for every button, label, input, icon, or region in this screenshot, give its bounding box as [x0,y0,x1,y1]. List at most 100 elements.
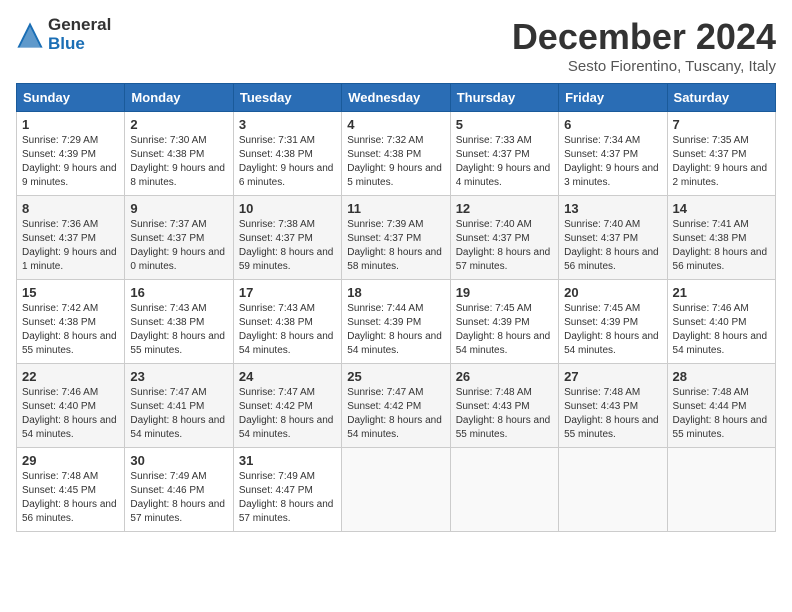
table-row: 13Sunrise: 7:40 AMSunset: 4:37 PMDayligh… [559,196,667,280]
logo-text: General Blue [48,16,111,53]
day-number: 10 [239,201,336,216]
logo-icon [16,21,44,49]
day-number: 21 [673,285,770,300]
col-thursday: Thursday [450,84,558,112]
col-friday: Friday [559,84,667,112]
table-row: 1 Sunrise: 7:29 AMSunset: 4:39 PMDaylight… [17,112,125,196]
day-number: 12 [456,201,553,216]
day-info: Sunrise: 7:46 AMSunset: 4:40 PMDaylight:… [673,302,770,358]
logo-blue: Blue [48,35,111,54]
day-info: Sunrise: 7:45 AMSunset: 4:39 PMDaylight:… [564,302,661,358]
day-number: 23 [130,369,227,384]
day-number: 19 [456,285,553,300]
table-row: 17 Sunrise: 7:43 AMSunset: 4:38 PMDayligh… [233,280,341,364]
day-info: Sunrise: 7:41 AMSunset: 4:38 PMDaylight:… [673,218,770,274]
day-number: 3 [239,117,336,132]
day-info: Sunrise: 7:48 AMSunset: 4:44 PMDaylight:… [673,386,770,442]
table-row [559,448,667,532]
day-number: 5 [456,117,553,132]
day-number: 11 [347,201,444,216]
table-row: 26 Sunrise: 7:48 AMSunset: 4:43 PMDayligh… [450,364,558,448]
day-number: 17 [239,285,336,300]
calendar-week-4: 22Sunrise: 7:46 AMSunset: 4:40 PMDayligh… [17,364,776,448]
table-row: 12Sunrise: 7:40 AMSunset: 4:37 PMDayligh… [450,196,558,280]
table-row: 24 Sunrise: 7:47 AMSunset: 4:42 PMDayligh… [233,364,341,448]
day-number: 2 [130,117,227,132]
table-row: 27 Sunrise: 7:48 AMSunset: 4:43 PMDayligh… [559,364,667,448]
day-info: Sunrise: 7:48 AMSunset: 4:43 PMDaylight:… [456,386,553,442]
day-info: Sunrise: 7:36 AMSunset: 4:37 PMDaylight:… [22,218,119,274]
day-number: 1 [22,117,119,132]
day-number: 30 [130,453,227,468]
day-number: 27 [564,369,661,384]
day-number: 20 [564,285,661,300]
day-number: 18 [347,285,444,300]
table-row: 16 Sunrise: 7:43 AMSunset: 4:38 PMDayligh… [125,280,233,364]
day-info: Sunrise: 7:29 AMSunset: 4:39 PMDaylight:… [22,134,119,190]
day-number: 24 [239,369,336,384]
day-info: Sunrise: 7:43 AMSunset: 4:38 PMDaylight:… [239,302,336,358]
col-wednesday: Wednesday [342,84,450,112]
subtitle: Sesto Fiorentino, Tuscany, Italy [512,58,776,75]
day-info: Sunrise: 7:42 AMSunset: 4:38 PMDaylight:… [22,302,119,358]
table-row: 18Sunrise: 7:44 AMSunset: 4:39 PMDayligh… [342,280,450,364]
day-info: Sunrise: 7:34 AMSunset: 4:37 PMDaylight:… [564,134,661,190]
page-container: General Blue December 2024 Sesto Fiorent… [16,16,776,532]
day-number: 14 [673,201,770,216]
day-info: Sunrise: 7:40 AMSunset: 4:37 PMDaylight:… [564,218,661,274]
table-row: 15 Sunrise: 7:42 AMSunset: 4:38 PMDayligh… [17,280,125,364]
day-number: 6 [564,117,661,132]
day-number: 25 [347,369,444,384]
table-row: 4 Sunrise: 7:32 AMSunset: 4:38 PMDaylight… [342,112,450,196]
table-row: 22Sunrise: 7:46 AMSunset: 4:40 PMDayligh… [17,364,125,448]
day-number: 16 [130,285,227,300]
day-number: 4 [347,117,444,132]
day-info: Sunrise: 7:49 AMSunset: 4:47 PMDaylight:… [239,470,336,526]
day-number: 8 [22,201,119,216]
table-row: 10Sunrise: 7:38 AMSunset: 4:37 PMDayligh… [233,196,341,280]
table-row [450,448,558,532]
day-info: Sunrise: 7:33 AMSunset: 4:37 PMDaylight:… [456,134,553,190]
col-sunday: Sunday [17,84,125,112]
col-saturday: Saturday [667,84,775,112]
day-info: Sunrise: 7:35 AMSunset: 4:37 PMDaylight:… [673,134,770,190]
day-info: Sunrise: 7:43 AMSunset: 4:38 PMDaylight:… [130,302,227,358]
day-number: 29 [22,453,119,468]
title-section: December 2024 Sesto Fiorentino, Tuscany,… [512,16,776,75]
day-info: Sunrise: 7:47 AMSunset: 4:42 PMDaylight:… [347,386,444,442]
col-tuesday: Tuesday [233,84,341,112]
day-info: Sunrise: 7:31 AMSunset: 4:38 PMDaylight:… [239,134,336,190]
month-title: December 2024 [512,16,776,58]
table-row: 21 Sunrise: 7:46 AMSunset: 4:40 PMDayligh… [667,280,775,364]
table-row: 5 Sunrise: 7:33 AMSunset: 4:37 PMDaylight… [450,112,558,196]
table-row: 29Sunrise: 7:48 AMSunset: 4:45 PMDayligh… [17,448,125,532]
header: General Blue December 2024 Sesto Fiorent… [16,16,776,75]
table-row: 23 Sunrise: 7:47 AMSunset: 4:41 PMDayligh… [125,364,233,448]
day-info: Sunrise: 7:39 AMSunset: 4:37 PMDaylight:… [347,218,444,274]
table-row: 6 Sunrise: 7:34 AMSunset: 4:37 PMDaylight… [559,112,667,196]
day-info: Sunrise: 7:47 AMSunset: 4:42 PMDaylight:… [239,386,336,442]
table-row: 7 Sunrise: 7:35 AMSunset: 4:37 PMDaylight… [667,112,775,196]
day-info: Sunrise: 7:32 AMSunset: 4:38 PMDaylight:… [347,134,444,190]
table-row: 9Sunrise: 7:37 AMSunset: 4:37 PMDaylight… [125,196,233,280]
day-number: 7 [673,117,770,132]
table-row [342,448,450,532]
table-row: 20 Sunrise: 7:45 AMSunset: 4:39 PMDayligh… [559,280,667,364]
calendar-week-1: 1 Sunrise: 7:29 AMSunset: 4:39 PMDaylight… [17,112,776,196]
table-row: 28Sunrise: 7:48 AMSunset: 4:44 PMDayligh… [667,364,775,448]
table-row: 3 Sunrise: 7:31 AMSunset: 4:38 PMDaylight… [233,112,341,196]
logo: General Blue [16,16,111,53]
day-info: Sunrise: 7:48 AMSunset: 4:43 PMDaylight:… [564,386,661,442]
day-number: 15 [22,285,119,300]
day-number: 26 [456,369,553,384]
logo-general: General [48,16,111,35]
day-number: 9 [130,201,227,216]
table-row: 14 Sunrise: 7:41 AMSunset: 4:38 PMDayligh… [667,196,775,280]
table-row: 25 Sunrise: 7:47 AMSunset: 4:42 PMDayligh… [342,364,450,448]
day-info: Sunrise: 7:47 AMSunset: 4:41 PMDaylight:… [130,386,227,442]
calendar-week-5: 29Sunrise: 7:48 AMSunset: 4:45 PMDayligh… [17,448,776,532]
day-number: 22 [22,369,119,384]
calendar-week-3: 15 Sunrise: 7:42 AMSunset: 4:38 PMDayligh… [17,280,776,364]
calendar-table: Sunday Monday Tuesday Wednesday Thursday… [16,83,776,532]
table-row [667,448,775,532]
